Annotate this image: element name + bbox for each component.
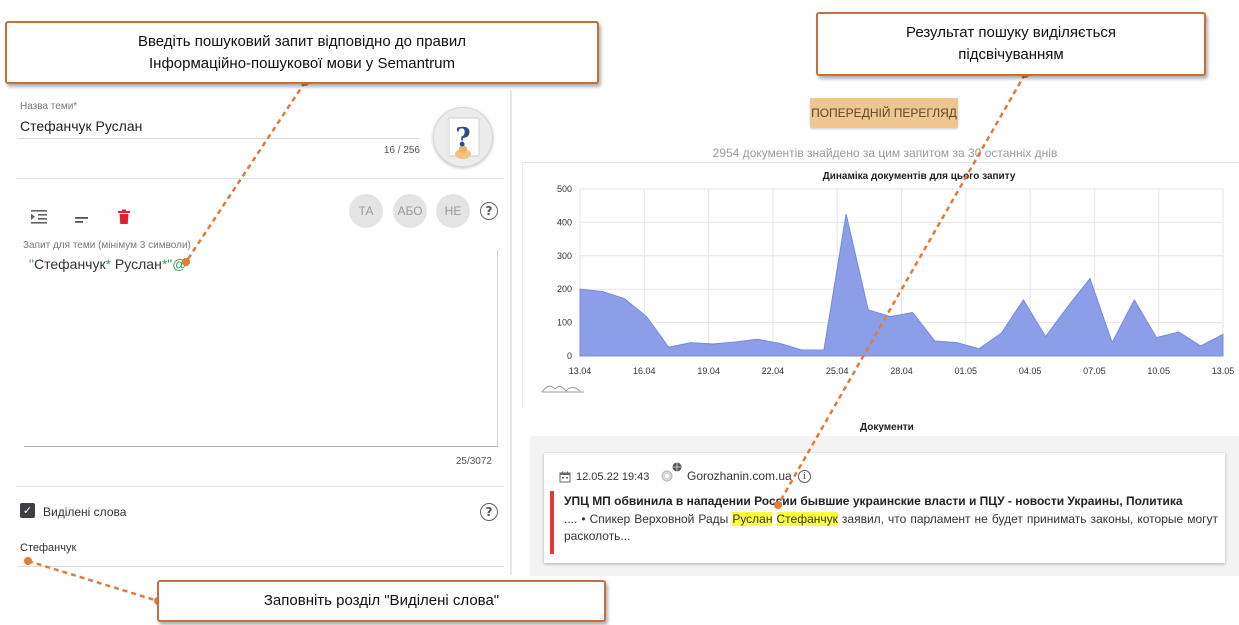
- leader-highlight: [27, 559, 159, 603]
- leader-result: [776, 73, 1027, 506]
- callout-leaders: [24, 70, 1029, 605]
- callout-highlight-instruction: Заповніть розділ "Виділені слова": [157, 580, 606, 622]
- callout-query-instruction: Введіть пошуковий запит відповідно до пр…: [5, 21, 599, 84]
- callout-query-line-2: Інформаційно-пошукової мови у Semantrum: [149, 54, 455, 72]
- callout-result-instruction: Результат пошуку виділяється підсвічуван…: [816, 12, 1206, 76]
- callout-result-text: Результат пошуку виділяється підсвічуван…: [906, 22, 1116, 66]
- leader-query: [184, 81, 307, 263]
- callout-query-line-1: Введіть пошуковий запит відповідно до пр…: [137, 32, 466, 50]
- callout-result-line-1: Результат пошуку виділяється: [905, 24, 1117, 41]
- callout-result-line-2: підсвічуванням: [958, 46, 1064, 63]
- callout-query-text: Введіть пошуковий запит відповідно до пр…: [138, 31, 466, 75]
